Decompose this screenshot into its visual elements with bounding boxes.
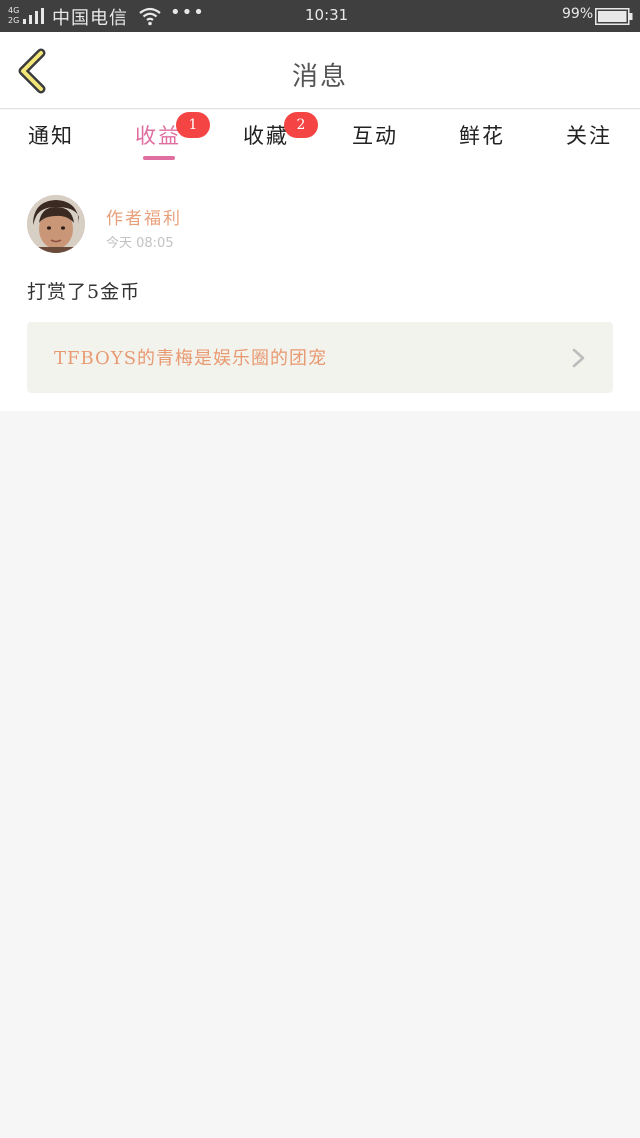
sender-name: 作者福利 (106, 209, 182, 229)
unread-badge: 2 (284, 112, 318, 138)
tab-favorites[interactable]: 收藏 2 (221, 112, 318, 166)
story-link[interactable]: TFBOYS的青梅是娱乐圈的团宠 (27, 322, 613, 393)
tab-follows[interactable]: 关注 (544, 120, 634, 166)
page-title: 消息 (291, 62, 348, 92)
status-time: 10:31 (305, 6, 349, 24)
tab-label: 互动 (352, 124, 398, 148)
tab-label: 关注 (566, 124, 612, 148)
tab-label: 收益 (135, 124, 181, 148)
signal-icon (23, 8, 44, 24)
tab-label: 收藏 (243, 124, 289, 148)
unread-badge: 1 (176, 112, 210, 138)
header-bar: 消息 (0, 32, 640, 109)
network-2g-label: 2G (8, 16, 20, 25)
message-text: 打赏了5金币 (27, 281, 141, 303)
chevron-right-icon (572, 348, 585, 368)
carrier-label: 中国电信 (52, 8, 128, 29)
tab-bar: 通知 收益 1 收藏 2 互动 鲜花 关注 (0, 110, 640, 166)
status-bar: 4G 2G 中国电信 ••• 10:31 99% (0, 0, 640, 32)
wifi-icon (139, 7, 161, 26)
tab-interactions[interactable]: 互动 (330, 120, 420, 166)
battery-percent: 99% (562, 6, 594, 22)
tab-flowers[interactable]: 鲜花 (437, 120, 527, 166)
network-indicator: 4G 2G (8, 6, 48, 26)
story-link-title: TFBOYS的青梅是娱乐圈的团宠 (54, 348, 328, 369)
more-dots: ••• (170, 2, 205, 23)
message-time: 今天 08:05 (106, 236, 174, 251)
tab-label: 鲜花 (459, 124, 505, 148)
avatar-image (27, 195, 85, 253)
battery-icon (595, 8, 633, 25)
tab-notifications[interactable]: 通知 (6, 120, 96, 166)
message-card: 作者福利 今天 08:05 打赏了5金币 TFBOYS的青梅是娱乐圈的团宠 (0, 166, 640, 411)
avatar[interactable] (27, 195, 85, 253)
tab-label: 通知 (28, 124, 74, 148)
active-tab-indicator (143, 156, 175, 160)
network-4g-label: 4G (8, 6, 20, 15)
